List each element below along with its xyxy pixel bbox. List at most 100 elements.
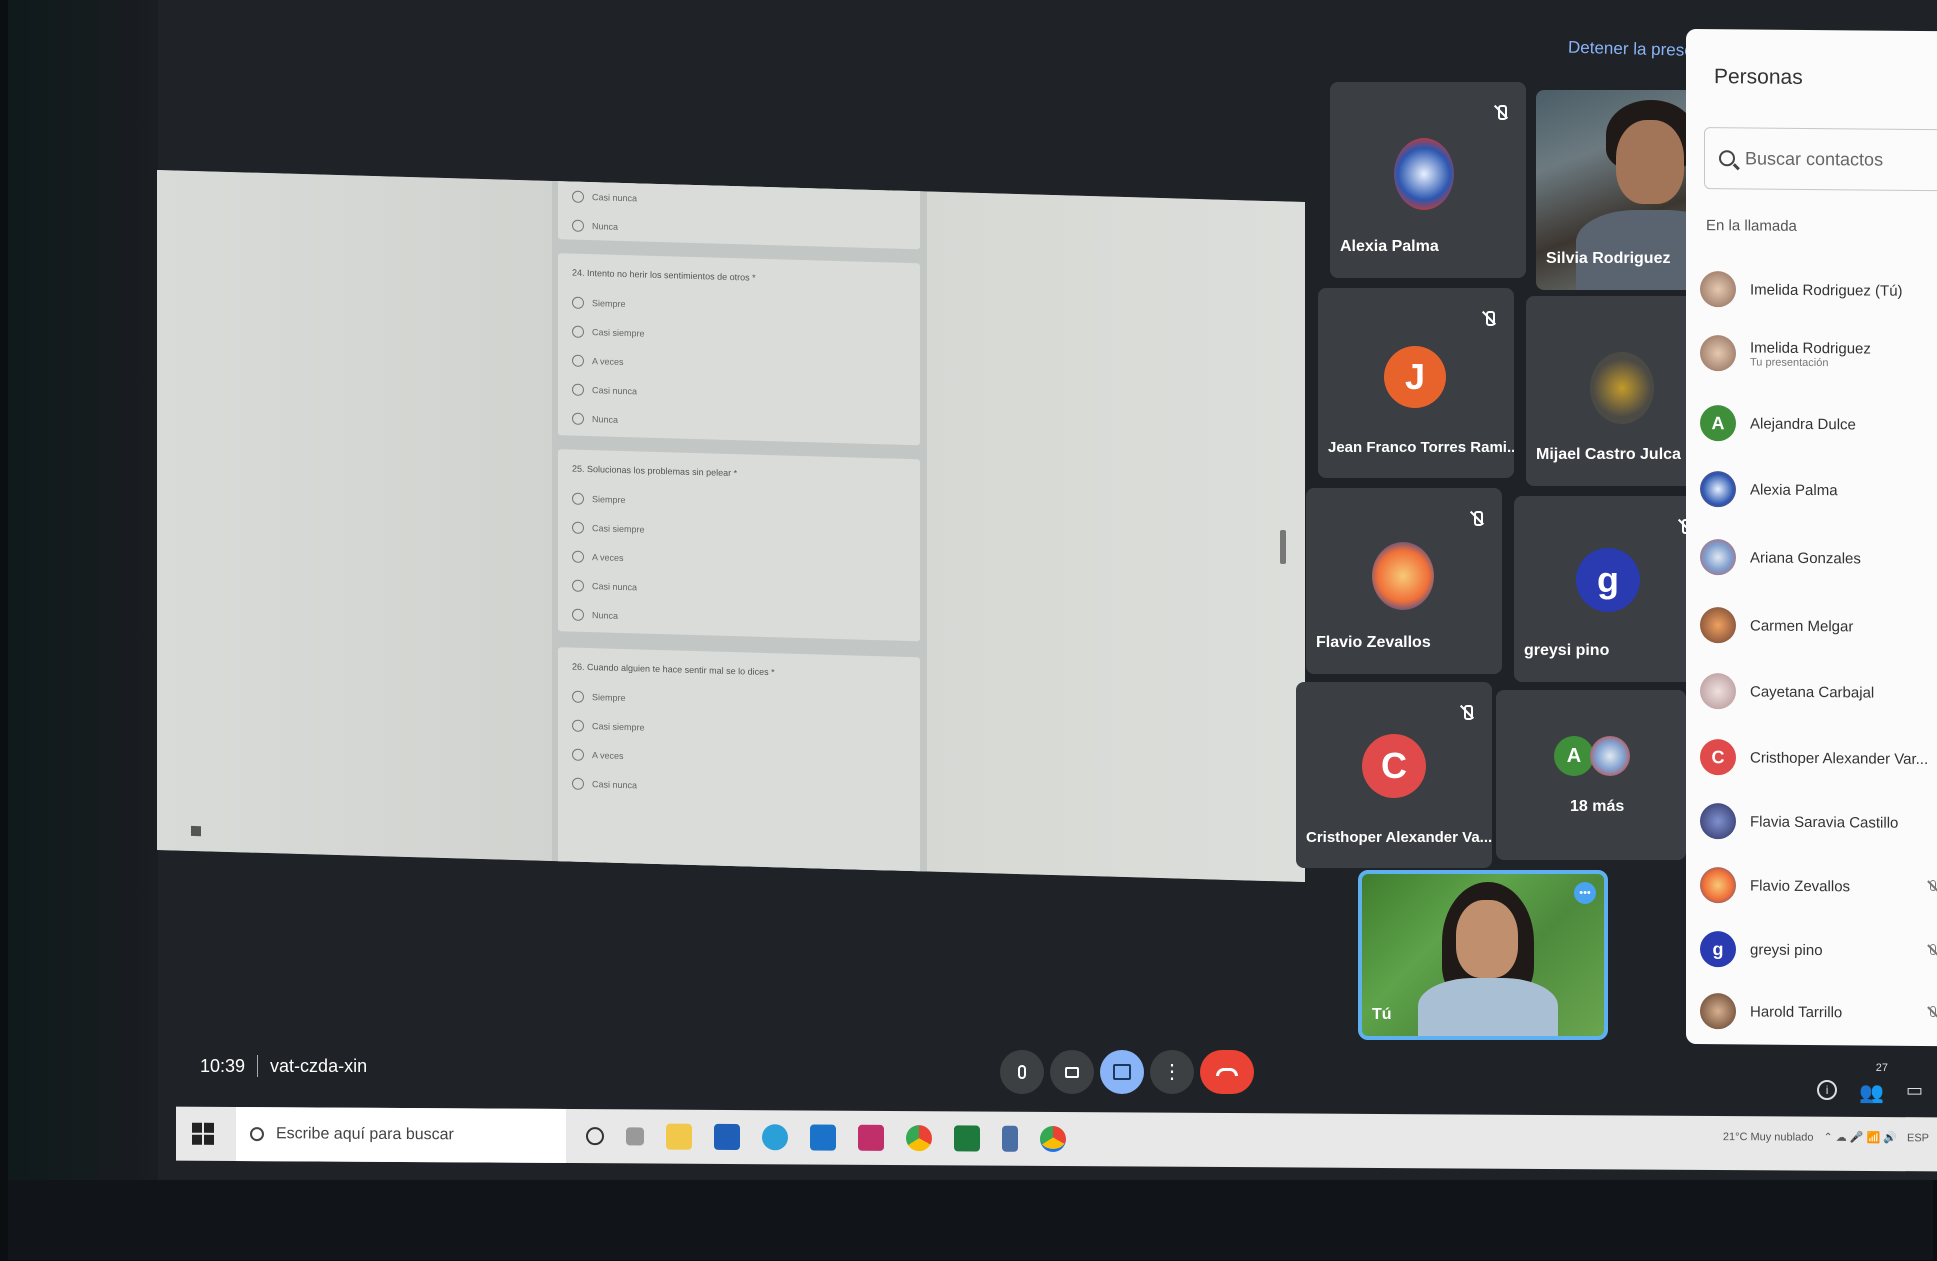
- tile-jean-franco[interactable]: J Jean Franco Torres Rami...: [1318, 288, 1514, 478]
- radio-button[interactable]: [572, 579, 584, 592]
- person-avatar: [1700, 867, 1736, 904]
- person-item[interactable]: Carmen Melgar: [1700, 603, 1937, 649]
- avatar: [1590, 352, 1654, 424]
- tile-cristhoper[interactable]: C Cristhoper Alexander Va...: [1296, 682, 1492, 868]
- person-avatar: [1700, 539, 1736, 576]
- participant-name: Jean Franco Torres Rami...: [1328, 439, 1514, 456]
- question-title: 25. Solucionas los problemas sin pelear …: [572, 463, 738, 479]
- person-item[interactable]: Harold Tarrillo: [1700, 989, 1937, 1035]
- person-avatar: [1700, 673, 1736, 710]
- separator: [257, 1055, 259, 1077]
- radio-button[interactable]: [572, 719, 584, 732]
- more-options-button[interactable]: ⋮: [1150, 1050, 1194, 1094]
- meeting-code: vat-czda-xin: [270, 1055, 368, 1076]
- person-item[interactable]: Cayetana Carbajal: [1700, 669, 1937, 715]
- chat-icon[interactable]: ▭: [1906, 1080, 1923, 1105]
- radio-button[interactable]: [572, 219, 584, 232]
- person-item[interactable]: Alexia Palma: [1700, 467, 1937, 513]
- person-item[interactable]: A Alejandra Dulce: [1700, 401, 1937, 447]
- left-edge: [8, 0, 158, 1180]
- participant-name: Tú: [1372, 1006, 1392, 1023]
- windows-taskbar: Escribe aquí para buscar 21°C Muy nublad…: [176, 1106, 1937, 1172]
- avatar: J: [1384, 346, 1446, 408]
- radio-button[interactable]: [572, 296, 584, 309]
- microphone-button[interactable]: [1000, 1050, 1044, 1094]
- taskbar-search-input[interactable]: Escribe aquí para buscar: [236, 1106, 566, 1164]
- person-item[interactable]: Imelida Rodriguez Tu presentación: [1700, 331, 1937, 377]
- task-view-icon[interactable]: [626, 1127, 644, 1146]
- app-icon[interactable]: [858, 1124, 884, 1151]
- person-item[interactable]: Flavia Saravia Castillo: [1700, 799, 1937, 845]
- radio-button[interactable]: [572, 521, 584, 534]
- scroll-handle[interactable]: [1280, 530, 1286, 564]
- system-tray: 21°C Muy nublado ⌃ ☁ 🎤 📶 🔊 ESP: [1722, 1130, 1929, 1145]
- person-avatar: [1700, 271, 1736, 308]
- radio-button[interactable]: [572, 608, 584, 621]
- tile-more-participants[interactable]: A 18 más: [1496, 690, 1686, 860]
- weather-text: 21°C Muy nublado: [1722, 1130, 1814, 1144]
- muted-mic-icon: [1926, 944, 1937, 958]
- radio-button[interactable]: [572, 550, 584, 563]
- person-avatar: [1700, 607, 1736, 644]
- tray-icons[interactable]: ⌃ ☁ 🎤 📶 🔊: [1823, 1131, 1897, 1144]
- participant-name: Alexia Palma: [1340, 238, 1439, 255]
- person-item[interactable]: g greysi pino: [1700, 927, 1937, 973]
- meeting-info: 10:39 vat-czda-xin: [200, 1055, 367, 1077]
- info-icon[interactable]: i: [1817, 1080, 1838, 1100]
- avatar: C: [1362, 734, 1426, 798]
- language-indicator[interactable]: ESP: [1907, 1132, 1929, 1144]
- radio-button[interactable]: [572, 190, 584, 203]
- search-contacts-input[interactable]: Buscar contactos: [1704, 127, 1937, 192]
- windows-start-icon[interactable]: [192, 1122, 214, 1145]
- radio-button[interactable]: [572, 690, 584, 703]
- chrome-icon[interactable]: [906, 1125, 932, 1152]
- person-item[interactable]: Imelida Rodriguez (Tú): [1700, 267, 1937, 313]
- store-icon[interactable]: [714, 1123, 740, 1151]
- muted-mic-icon: [1480, 310, 1496, 326]
- chrome-active-icon[interactable]: [1040, 1125, 1066, 1153]
- mail-icon[interactable]: [810, 1124, 836, 1151]
- radio-button[interactable]: [572, 492, 584, 505]
- tile-flavio-zevallos[interactable]: Flavio Zevallos: [1306, 488, 1502, 674]
- form-question-26: 26. Cuando alguien te hace sentir mal se…: [558, 647, 920, 883]
- radio-button[interactable]: [572, 412, 584, 425]
- question-title: 24. Intento no herir los sentimientos de…: [572, 267, 756, 283]
- person-item[interactable]: C Cristhoper Alexander Var...: [1700, 735, 1937, 781]
- avatar: A: [1554, 736, 1594, 776]
- person-avatar: [1700, 471, 1736, 508]
- person-item[interactable]: Ariana Gonzales: [1700, 535, 1937, 581]
- more-vert-icon: ⋮: [1162, 1061, 1182, 1083]
- radio-button[interactable]: [572, 383, 584, 396]
- participant-name: Silvia Rodriguez: [1546, 250, 1671, 267]
- taskbar-search-placeholder: Escribe aquí para buscar: [276, 1125, 454, 1144]
- people-icon[interactable]: 👥 27: [1859, 1062, 1888, 1105]
- edge-icon[interactable]: [762, 1124, 788, 1151]
- person-item[interactable]: Flavio Zevallos: [1700, 863, 1937, 909]
- excel-icon[interactable]: [954, 1125, 980, 1152]
- muted-mic-icon: [1468, 510, 1484, 526]
- tile-self-view[interactable]: ••• Tú: [1358, 870, 1608, 1040]
- avatar: g: [1576, 548, 1640, 612]
- end-call-button[interactable]: [1200, 1050, 1254, 1094]
- tile-greysi-pino[interactable]: g greysi pino: [1514, 496, 1710, 682]
- cortana-icon[interactable]: [586, 1127, 604, 1146]
- camera-button[interactable]: [1050, 1050, 1094, 1094]
- radio-button[interactable]: [572, 748, 584, 761]
- avatar: [1394, 138, 1454, 210]
- avatar: [1590, 736, 1630, 776]
- person-avatar: g: [1700, 931, 1736, 968]
- avatar: [1372, 542, 1434, 610]
- radio-button[interactable]: [572, 354, 584, 367]
- file-explorer-icon[interactable]: [666, 1123, 692, 1150]
- radio-button[interactable]: [572, 777, 584, 790]
- more-participants-label: 18 más: [1570, 798, 1625, 815]
- present-button[interactable]: [1100, 1050, 1144, 1094]
- radio-button[interactable]: [572, 325, 584, 338]
- video-face: [1456, 900, 1518, 978]
- more-options-icon[interactable]: •••: [1574, 882, 1596, 904]
- tile-alexia-palma[interactable]: Alexia Palma: [1330, 82, 1526, 278]
- meeting-time: 10:39: [200, 1055, 246, 1076]
- person-avatar: C: [1700, 739, 1736, 776]
- search-icon: [1719, 150, 1735, 167]
- calculator-icon[interactable]: [1002, 1125, 1018, 1152]
